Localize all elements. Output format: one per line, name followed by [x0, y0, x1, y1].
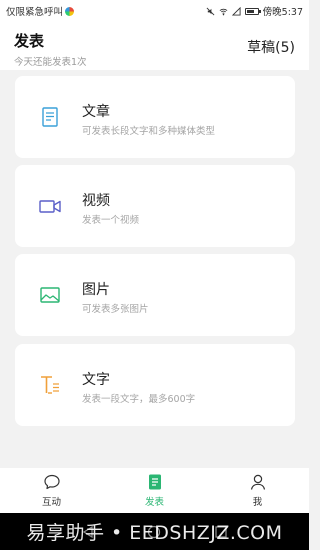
- clock-text: 傍晚5:37: [262, 7, 303, 18]
- video-icon: [39, 200, 61, 213]
- tab-label: 发表: [144, 497, 164, 508]
- status-bar: 仅限紧急呼叫 傍晚5:37: [0, 0, 309, 22]
- card-description: 发表一个视频: [82, 215, 140, 226]
- card-title: 图片: [82, 282, 110, 298]
- card-title: 文章: [82, 104, 110, 120]
- video-card[interactable]: 视频 发表一个视频: [15, 165, 295, 247]
- article-icon: [42, 107, 58, 127]
- tab-label: 互动: [41, 497, 61, 508]
- drafts-button[interactable]: 草稿(5): [247, 37, 295, 57]
- carrier-text: 仅限紧急呼叫: [6, 7, 64, 18]
- article-card[interactable]: 文章 可发表长段文字和多种媒体类型: [15, 76, 295, 158]
- chat-icon: [43, 474, 60, 490]
- watermark-text: 易享助手 • EEDSHZJZ.COM: [26, 522, 283, 544]
- card-title: 文字: [82, 372, 110, 388]
- mute-icon: [206, 7, 215, 15]
- tab-publish[interactable]: 发表: [103, 468, 206, 513]
- system-nav-bar: 易享助手 • EEDSHZJZ.COM: [0, 513, 309, 550]
- page-header: 发表 今天还能发表1次 草稿(5): [0, 22, 309, 70]
- app-notification-icon: [65, 6, 75, 16]
- tab-interact[interactable]: 互动: [0, 468, 103, 513]
- bottom-tab-bar: 互动 发表 我: [0, 468, 309, 513]
- card-description: 可发表长段文字和多种媒体类型: [82, 126, 216, 137]
- card-description: 发表一段文字，最多600字: [82, 394, 196, 405]
- card-description: 可发表多张图片: [82, 304, 149, 315]
- publish-icon: [148, 474, 161, 490]
- profile-icon: [250, 474, 265, 490]
- wifi-icon: [219, 8, 228, 15]
- tab-label: 我: [252, 497, 263, 508]
- card-title: 视频: [82, 193, 110, 209]
- image-icon: [40, 287, 60, 303]
- text-icon: [41, 376, 59, 394]
- tab-me[interactable]: 我: [206, 468, 309, 513]
- battery-icon: [244, 7, 261, 15]
- image-card[interactable]: 图片 可发表多张图片: [15, 254, 295, 336]
- signal-icon: [231, 6, 241, 16]
- text-card[interactable]: 文字 发表一段文字，最多600字: [15, 344, 295, 426]
